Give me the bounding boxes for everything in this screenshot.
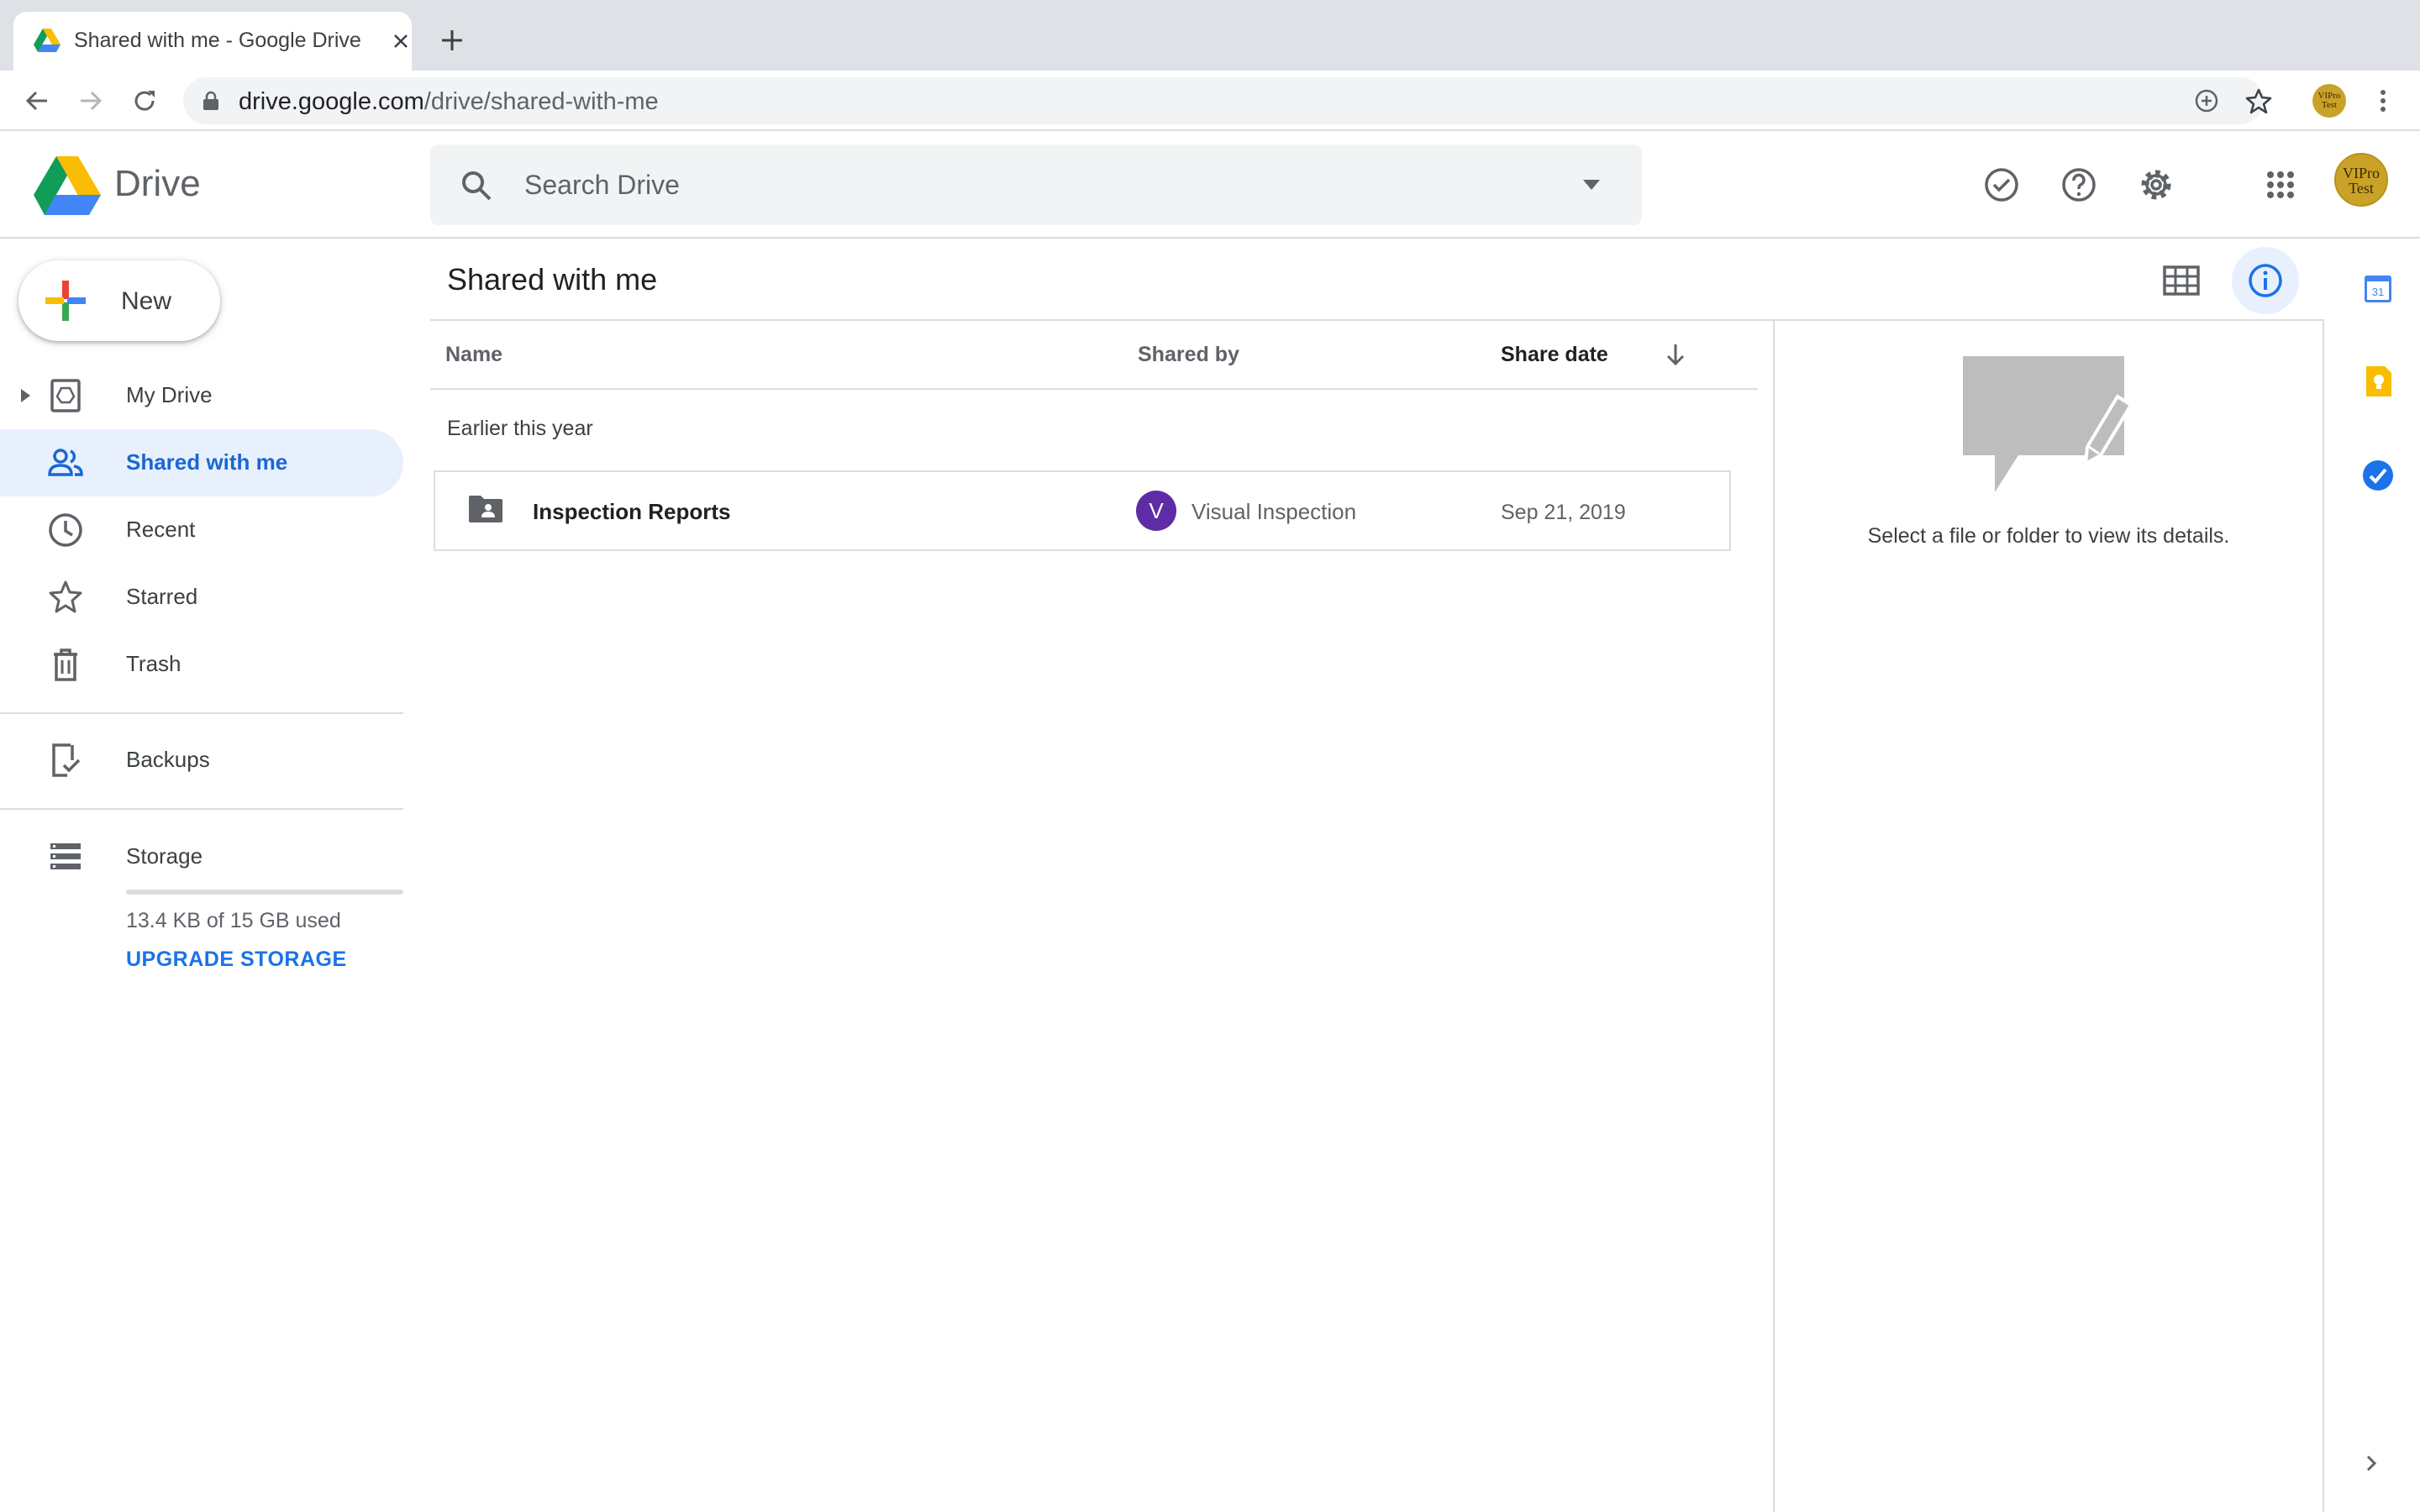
lock-icon [203, 91, 218, 110]
details-panel: Select a file or folder to view its deta… [1773, 321, 2324, 1512]
reload-icon[interactable] [129, 86, 160, 116]
app-name[interactable]: Drive [114, 163, 201, 205]
share-date: Sep 21, 2019 [1501, 501, 1626, 524]
tab-title: Shared with me - Google Drive [74, 29, 361, 52]
search-icon[interactable] [459, 168, 494, 203]
upgrade-storage-link[interactable]: UPGRADE STORAGE [126, 948, 347, 972]
file-list-header: Name Shared by Share date [430, 321, 1758, 390]
shared-people-icon [48, 449, 83, 476]
new-tab-icon[interactable] [437, 25, 467, 55]
app-header: Drive VIPro Test [0, 131, 2420, 239]
svg-text:31: 31 [2372, 286, 2384, 298]
sidebar-divider [0, 808, 403, 810]
sidebar-item-label: My Drive [126, 382, 213, 407]
sidebar-item-label: Starred [126, 584, 198, 609]
column-header-shared-by[interactable]: Shared by [1138, 343, 1239, 367]
my-drive-icon [50, 379, 81, 412]
file-name[interactable]: Inspection Reports [533, 499, 730, 525]
offline-ready-icon[interactable] [1981, 165, 2022, 205]
browser-profile-avatar[interactable]: VIPro Test [2312, 84, 2346, 118]
trash-icon [54, 648, 77, 681]
address-bar[interactable]: drive.google.com/drive/shared-with-me [183, 77, 2272, 124]
sidebar-divider [0, 712, 403, 714]
calendar-app-icon[interactable]: 31 [2358, 269, 2398, 309]
apps-grid-icon[interactable] [2260, 165, 2301, 205]
group-label: Earlier this year [447, 417, 593, 440]
page-title: Shared with me [447, 262, 658, 297]
settings-gear-icon[interactable] [2136, 165, 2176, 205]
column-header-share-date[interactable]: Share date [1501, 343, 1608, 367]
install-app-icon[interactable] [2193, 87, 2220, 114]
storage-usage-bar [126, 890, 403, 895]
url-path: /drive/shared-with-me [424, 88, 659, 115]
close-tab-icon[interactable] [390, 30, 412, 52]
account-avatar[interactable]: VIPro Test [2334, 153, 2388, 207]
url-text: drive.google.com/drive/shared-with-me [239, 88, 659, 116]
backups-icon [52, 743, 81, 777]
chevron-right-icon[interactable] [2361, 1452, 2381, 1475]
help-icon[interactable] [2059, 165, 2099, 205]
sidebar-item-recent[interactable]: Recent [0, 496, 403, 564]
storage-icon [50, 843, 81, 869]
clock-icon [49, 513, 82, 547]
bookmark-star-icon[interactable] [2245, 87, 2272, 114]
search-input[interactable] [524, 163, 1449, 207]
sidebar-item-storage[interactable]: Storage [0, 823, 403, 890]
info-icon [2249, 264, 2282, 297]
keep-app-icon[interactable] [2358, 361, 2398, 402]
url-host: drive.google.com [239, 88, 424, 115]
file-row[interactable]: Inspection Reports V Visual Inspection S… [434, 470, 1731, 551]
comment-pencil-illustration-icon [1963, 356, 2133, 492]
expand-arrow-icon[interactable] [18, 387, 32, 404]
storage-used-text: 13.4 KB of 15 GB used [126, 909, 341, 932]
new-button-label: New [121, 287, 172, 315]
view-details-button[interactable] [2232, 247, 2299, 314]
grid-view-icon[interactable] [2161, 262, 2202, 299]
sidebar-item-label: Trash [126, 651, 182, 676]
sidebar-item-starred[interactable]: Starred [0, 564, 403, 631]
sidebar-item-trash[interactable]: Trash [0, 631, 403, 698]
search-options-caret-icon[interactable] [1581, 176, 1602, 193]
sidebar-item-my-drive[interactable]: My Drive [0, 362, 403, 429]
sidebar-item-label: Recent [126, 517, 196, 542]
browser-toolbar: drive.google.com/drive/shared-with-me VI… [0, 71, 2420, 131]
details-empty-text: Select a file or folder to view its deta… [1867, 524, 2230, 548]
browser-tab[interactable]: Shared with me - Google Drive [13, 12, 412, 71]
forward-arrow-icon[interactable] [76, 86, 106, 116]
new-button[interactable]: New [18, 260, 220, 341]
star-icon [49, 580, 82, 613]
sidebar-item-label: Storage [126, 843, 203, 869]
drive-favicon-icon [34, 29, 60, 52]
drive-logo-icon[interactable] [34, 156, 101, 215]
sidebar-item-shared-with-me[interactable]: Shared with me [0, 429, 403, 496]
sidebar-item-label: Backups [126, 747, 210, 772]
owner-name: Visual Inspection [1192, 499, 1357, 524]
sidebar-item-backups[interactable]: Backups [0, 727, 403, 794]
browser-tabstrip: Shared with me - Google Drive [0, 0, 2420, 71]
owner-avatar: V [1136, 491, 1176, 531]
browser-menu-icon[interactable] [2368, 86, 2398, 116]
sidebar-item-label: Shared with me [126, 449, 288, 475]
column-header-name[interactable]: Name [445, 343, 502, 367]
sort-descending-arrow-icon[interactable] [1660, 339, 1691, 370]
search-bar [430, 144, 1642, 225]
shared-folder-icon [469, 496, 502, 522]
tasks-app-icon[interactable] [2358, 455, 2398, 496]
back-arrow-icon[interactable] [22, 86, 52, 116]
colored-plus-icon [45, 281, 86, 321]
